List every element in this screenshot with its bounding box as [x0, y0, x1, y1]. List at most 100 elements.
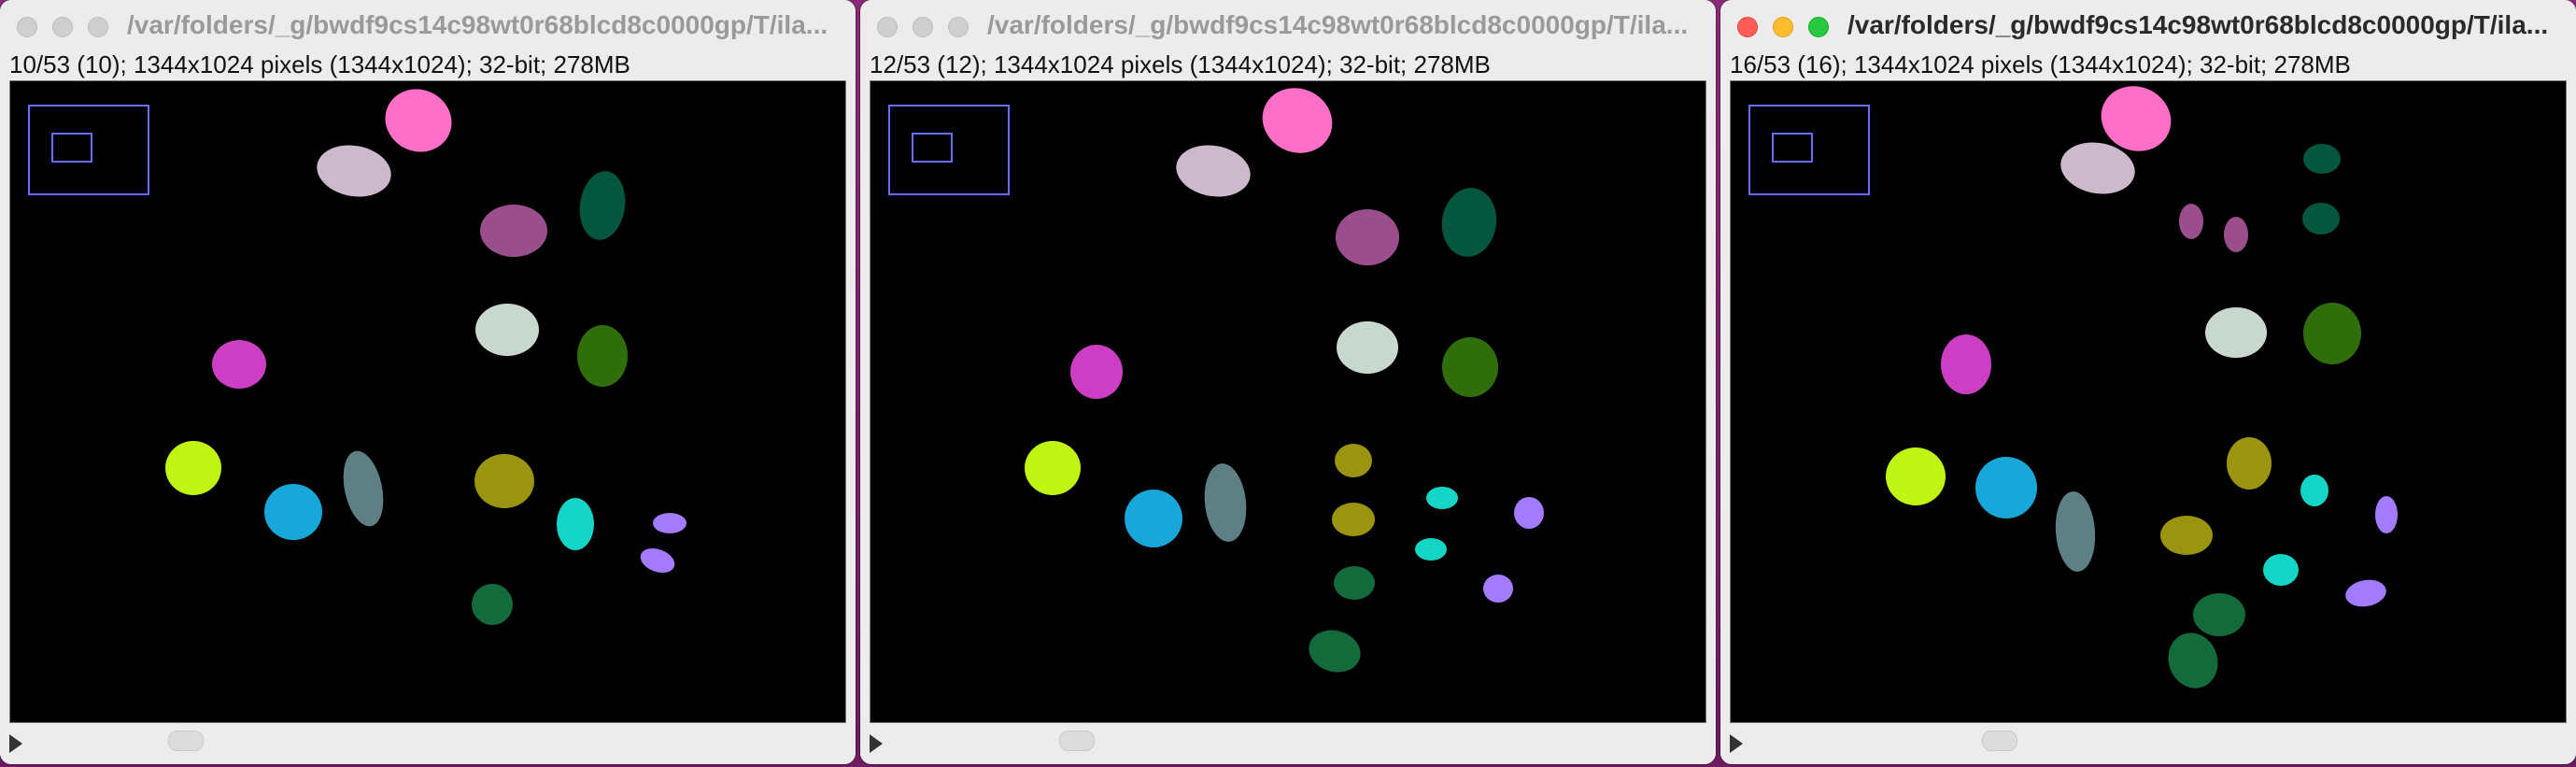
cell-blob: [2300, 475, 2328, 506]
image-window-3[interactable]: /var/folders/_g/bwdf9cs14c98wt0r68blcd8c…: [1720, 0, 2576, 764]
cell-blob: [2345, 579, 2386, 607]
cell-blob: [640, 547, 675, 574]
cell-blob: [1335, 444, 1372, 477]
cell-blob: [1941, 334, 1991, 394]
slider-thumb[interactable]: [1982, 731, 2017, 751]
traffic-lights: [877, 17, 969, 37]
cell-blob: [475, 304, 539, 356]
stack-controls: [1720, 723, 2576, 764]
cell-blob: [1125, 490, 1182, 547]
cell-blob: [2302, 203, 2340, 234]
traffic-lights: [17, 17, 108, 37]
slider-thumb[interactable]: [1059, 731, 1095, 751]
cell-blob: [212, 340, 266, 389]
play-icon[interactable]: [870, 734, 883, 753]
image-canvas[interactable]: [1730, 80, 2567, 723]
cell-blob: [653, 513, 686, 533]
slider-thumb[interactable]: [168, 731, 204, 751]
zoom-icon[interactable]: [948, 17, 969, 37]
label-image: [1748, 86, 2398, 689]
zoom-icon[interactable]: [1808, 17, 1829, 37]
navigator-box: [888, 105, 1010, 195]
cell-blob: [1441, 188, 1497, 257]
cell-blob: [474, 454, 534, 508]
cell-blob: [2224, 217, 2248, 252]
cell-blob: [264, 484, 322, 540]
cell-blob: [1336, 209, 1399, 265]
cell-blob: [2227, 437, 2272, 490]
desktop: /var/folders/_g/bwdf9cs14c98wt0r68blcd8c…: [0, 0, 2576, 767]
title-bar[interactable]: /var/folders/_g/bwdf9cs14c98wt0r68blcd8c…: [860, 0, 1716, 52]
close-icon[interactable]: [17, 17, 37, 37]
image-info: 10/53 (10); 1344x1024 pixels (1344x1024)…: [9, 50, 630, 78]
slice-slider[interactable]: [37, 742, 844, 746]
cell-blob: [2160, 516, 2213, 555]
window-title: /var/folders/_g/bwdf9cs14c98wt0r68blcd8c…: [1847, 10, 2549, 39]
cell-blob: [2205, 307, 2267, 358]
image-window-2[interactable]: /var/folders/_g/bwdf9cs14c98wt0r68blcd8c…: [860, 0, 1716, 764]
image-canvas[interactable]: [9, 80, 846, 723]
window-title: /var/folders/_g/bwdf9cs14c98wt0r68blcd8c…: [127, 10, 828, 39]
cell-blob: [557, 498, 594, 550]
cell-blob: [472, 584, 513, 625]
cell-blob: [2303, 144, 2341, 174]
cell-blob: [1262, 88, 1333, 153]
cell-blob: [1337, 321, 1398, 374]
navigator-view: [912, 133, 953, 163]
cell-blob: [317, 145, 391, 197]
cell-blob: [2303, 303, 2361, 364]
cell-blob: [2375, 496, 2398, 533]
cell-blob: [579, 171, 626, 240]
zoom-icon[interactable]: [88, 17, 108, 37]
minimize-icon[interactable]: [1773, 17, 1793, 37]
image-window-1[interactable]: /var/folders/_g/bwdf9cs14c98wt0r68blcd8c…: [0, 0, 856, 764]
cell-blob: [1176, 145, 1251, 197]
cell-blob: [1514, 497, 1544, 529]
label-image: [28, 89, 686, 625]
stack-controls: [860, 723, 1716, 764]
close-icon[interactable]: [877, 17, 898, 37]
cell-blob: [1975, 457, 2037, 518]
navigator-view: [51, 133, 92, 163]
slice-slider[interactable]: [898, 742, 1705, 746]
cell-blob: [2179, 204, 2203, 239]
window-title: /var/folders/_g/bwdf9cs14c98wt0r68blcd8c…: [987, 10, 1689, 39]
cell-blob: [1070, 345, 1123, 399]
cell-blob: [2055, 491, 2096, 572]
cell-blob: [165, 441, 221, 495]
label-image: [888, 88, 1544, 673]
minimize-icon[interactable]: [913, 17, 933, 37]
cell-blob: [385, 89, 452, 152]
title-bar[interactable]: /var/folders/_g/bwdf9cs14c98wt0r68blcd8c…: [0, 0, 856, 52]
navigator-box: [1748, 105, 1870, 195]
play-icon[interactable]: [9, 734, 22, 753]
cell-blob: [1886, 447, 1946, 505]
cell-blob: [1309, 630, 1361, 673]
cell-blob: [1442, 337, 1498, 397]
minimize-icon[interactable]: [52, 17, 73, 37]
cell-blob: [2193, 593, 2245, 636]
stack-controls: [0, 723, 856, 764]
navigator-view: [1772, 133, 1813, 163]
cell-blob: [2168, 632, 2218, 689]
cell-blob: [1204, 463, 1247, 542]
slice-slider[interactable]: [1758, 742, 2565, 746]
traffic-lights: [1737, 17, 1829, 37]
cell-blob: [480, 205, 547, 257]
cell-blob: [2263, 554, 2299, 586]
image-info: 16/53 (16); 1344x1024 pixels (1344x1024)…: [1730, 50, 2351, 78]
image-canvas[interactable]: [870, 80, 1706, 723]
close-icon[interactable]: [1737, 17, 1758, 37]
cell-blob: [343, 450, 384, 527]
cell-blob: [1332, 503, 1375, 536]
cell-blob: [577, 325, 628, 387]
cell-blob: [1334, 566, 1375, 600]
cell-blob: [1426, 487, 1458, 509]
image-info: 12/53 (12); 1344x1024 pixels (1344x1024)…: [870, 50, 1491, 78]
cell-blob: [1415, 538, 1447, 561]
cell-blob: [1483, 575, 1513, 603]
title-bar[interactable]: /var/folders/_g/bwdf9cs14c98wt0r68blcd8c…: [1720, 0, 2576, 52]
cell-blob: [1025, 441, 1081, 495]
play-icon[interactable]: [1730, 734, 1743, 753]
navigator-box: [28, 105, 149, 195]
